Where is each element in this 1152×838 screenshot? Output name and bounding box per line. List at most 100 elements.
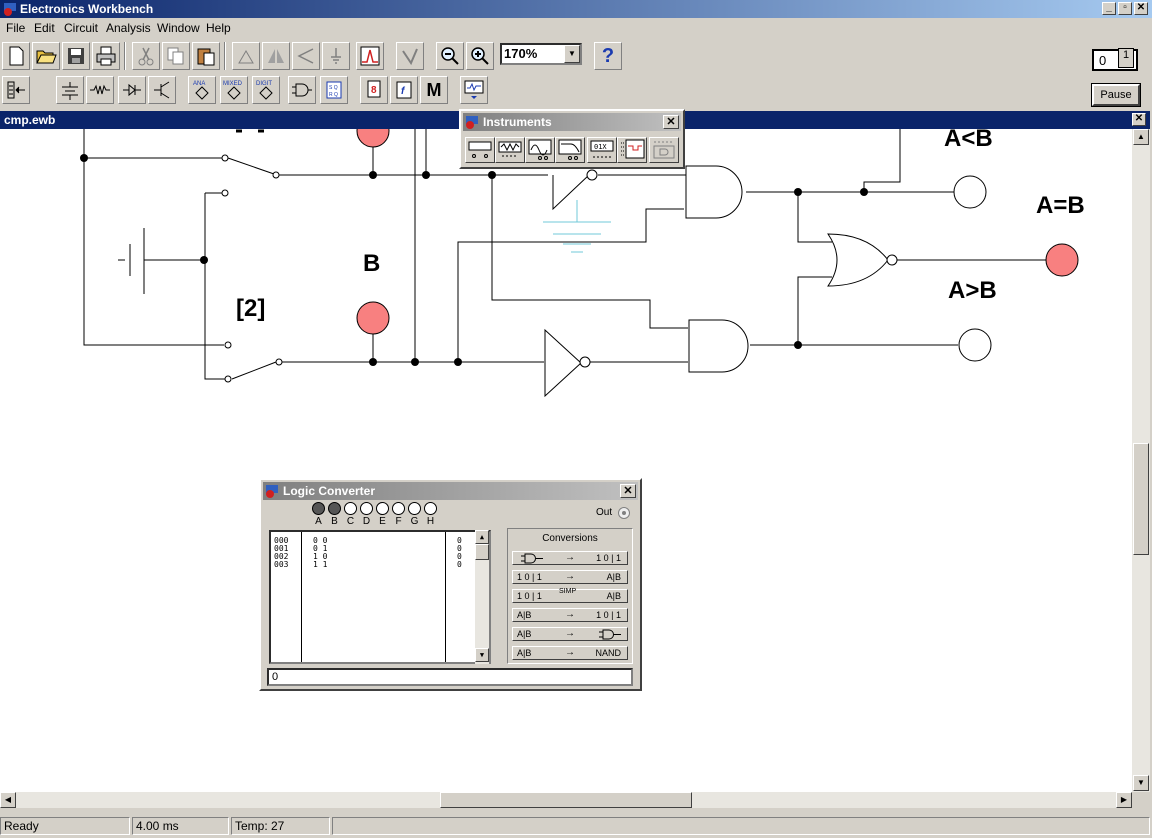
- document-close-button[interactable]: ✕: [1132, 113, 1146, 126]
- instruments-title-bar[interactable]: Instruments ✕: [463, 113, 681, 131]
- probe-lamp-a-less-b[interactable]: [953, 175, 987, 209]
- pause-button[interactable]: Pause: [1091, 83, 1141, 107]
- logic-converter-close-button[interactable]: ✕: [620, 484, 636, 498]
- flip-vertical-button[interactable]: [292, 42, 320, 70]
- menu-help[interactable]: Help: [206, 21, 231, 35]
- and-gate-bottom[interactable]: [688, 319, 749, 373]
- paste-button[interactable]: [192, 42, 220, 70]
- logic-gates-bin-button[interactable]: [288, 76, 316, 104]
- zoom-in-button[interactable]: [466, 42, 494, 70]
- table-scroll-up-button[interactable]: ▲: [475, 530, 489, 544]
- favorites-bin-button[interactable]: [2, 76, 30, 104]
- close-button[interactable]: ✕: [1134, 2, 1148, 15]
- horizontal-scrollbar[interactable]: ◀ ▶: [0, 792, 1132, 808]
- scroll-left-button[interactable]: ◀: [0, 792, 16, 808]
- variable-d-toggle[interactable]: [360, 502, 373, 515]
- digital-bin-button[interactable]: S QR Q: [320, 76, 348, 104]
- truth-table-to-simplified-expression-button[interactable]: 1 0 | 1 SIMP A|B: [512, 588, 628, 603]
- battery-symbol[interactable]: [118, 228, 204, 294]
- logic-converter-button[interactable]: [649, 137, 679, 163]
- analysis-graphs-button[interactable]: [396, 42, 424, 70]
- component-properties-button[interactable]: [322, 42, 350, 70]
- inverter-top[interactable]: [552, 174, 590, 211]
- mixed-ics-bin-button[interactable]: MIXED: [220, 76, 248, 104]
- logic-analyzer-button[interactable]: [617, 137, 647, 163]
- menu-analysis[interactable]: Analysis: [106, 21, 151, 35]
- and-gate-top[interactable]: [685, 165, 743, 219]
- truth-table-row[interactable]: 000 0 0 0: [271, 536, 471, 545]
- probe-lamp-a[interactable]: [356, 129, 390, 148]
- copy-button[interactable]: [162, 42, 190, 70]
- row-output[interactable]: 0: [457, 560, 462, 569]
- truth-table-scrollbar[interactable]: ▲ ▼: [475, 530, 489, 664]
- create-subcircuit-button[interactable]: [356, 42, 384, 70]
- variable-e-toggle[interactable]: [376, 502, 389, 515]
- circuit-canvas[interactable]: A<B A=B A>B B [2]: [0, 129, 1132, 792]
- function-generator-button[interactable]: [495, 137, 525, 163]
- truth-table-row[interactable]: 001 0 1 0: [271, 544, 471, 553]
- circuit-to-truth-table-button[interactable]: → 1 0 | 1: [512, 551, 628, 565]
- minimize-button[interactable]: _: [1102, 2, 1116, 15]
- switch-b-blade[interactable]: [231, 361, 277, 380]
- diodes-bin-button[interactable]: [118, 76, 146, 104]
- truth-table-row[interactable]: 003 1 1 0: [271, 560, 471, 569]
- multimeter-button[interactable]: [465, 137, 495, 163]
- scroll-down-button[interactable]: ▼: [1133, 775, 1149, 791]
- print-button[interactable]: [92, 42, 120, 70]
- new-button[interactable]: [2, 42, 30, 70]
- indicators-bin-button[interactable]: 8: [360, 76, 388, 104]
- menu-window[interactable]: Window: [157, 21, 200, 35]
- bode-plotter-button[interactable]: [555, 137, 585, 163]
- zoom-out-button[interactable]: [436, 42, 464, 70]
- power-switch[interactable]: 0 1: [1092, 48, 1138, 71]
- expression-to-nand-button[interactable]: A|B → NAND: [512, 646, 628, 660]
- probe-lamp-a-gt-b[interactable]: [958, 328, 992, 362]
- truth-table-to-expression-button[interactable]: 1 0 | 1 → A|B: [512, 570, 628, 584]
- save-button[interactable]: [62, 42, 90, 70]
- truth-table[interactable]: 000 0 0 0 001 0 1 0 002 1 0 0 003 1 1 0 …: [269, 530, 491, 664]
- table-scroll-down-button[interactable]: ▼: [475, 648, 489, 662]
- variable-b-toggle[interactable]: [328, 502, 341, 515]
- variable-c-toggle[interactable]: [344, 502, 357, 515]
- scroll-up-button[interactable]: ▲: [1133, 129, 1149, 145]
- logic-converter-title-bar[interactable]: Logic Converter ✕: [263, 482, 638, 500]
- switch-a-blade[interactable]: [227, 157, 275, 175]
- word-generator-button[interactable]: 01X: [587, 137, 617, 163]
- analog-ics-bin-button[interactable]: ANA: [188, 76, 216, 104]
- scroll-right-button[interactable]: ▶: [1116, 792, 1132, 808]
- sources-bin-button[interactable]: [56, 76, 84, 104]
- variable-h-toggle[interactable]: [424, 502, 437, 515]
- open-button[interactable]: [32, 42, 60, 70]
- table-scroll-thumb[interactable]: [475, 544, 489, 560]
- probe-lamp-a-eq-b[interactable]: [1045, 243, 1079, 277]
- nor-gate[interactable]: [827, 233, 889, 287]
- expression-to-circuit-button[interactable]: A|B →: [512, 627, 628, 641]
- instruments-close-button[interactable]: ✕: [663, 115, 679, 129]
- variable-g-toggle[interactable]: [408, 502, 421, 515]
- probe-lamp-b[interactable]: [356, 301, 390, 335]
- miscellaneous-bin-button[interactable]: M: [420, 76, 448, 104]
- inverter-bottom[interactable]: [544, 328, 582, 398]
- instruments-bin-button[interactable]: [460, 76, 488, 104]
- menu-circuit[interactable]: Circuit: [64, 21, 98, 35]
- menu-edit[interactable]: Edit: [34, 21, 55, 35]
- menu-file[interactable]: File: [6, 21, 25, 35]
- expression-to-truth-table-button[interactable]: A|B → 1 0 | 1: [512, 608, 628, 622]
- flip-horizontal-button[interactable]: [262, 42, 290, 70]
- chevron-down-icon[interactable]: ▼: [564, 45, 580, 63]
- variable-a-toggle[interactable]: [312, 502, 325, 515]
- oscilloscope-button[interactable]: [525, 137, 555, 163]
- cut-button[interactable]: [132, 42, 160, 70]
- out-terminal[interactable]: [618, 507, 630, 519]
- truth-table-row[interactable]: 002 1 0 0: [271, 552, 471, 561]
- restore-button[interactable]: ▫: [1118, 2, 1132, 15]
- digital-ics-bin-button[interactable]: DIGIT: [252, 76, 280, 104]
- transistors-bin-button[interactable]: [148, 76, 176, 104]
- controls-bin-button[interactable]: f: [390, 76, 418, 104]
- vertical-scroll-thumb[interactable]: [1133, 443, 1149, 555]
- zoom-select[interactable]: 170% ▼: [500, 43, 582, 65]
- boolean-expression-field[interactable]: 0: [267, 668, 633, 686]
- help-button[interactable]: ?: [594, 42, 622, 70]
- rotate-button[interactable]: [232, 42, 260, 70]
- horizontal-scroll-thumb[interactable]: [440, 792, 692, 808]
